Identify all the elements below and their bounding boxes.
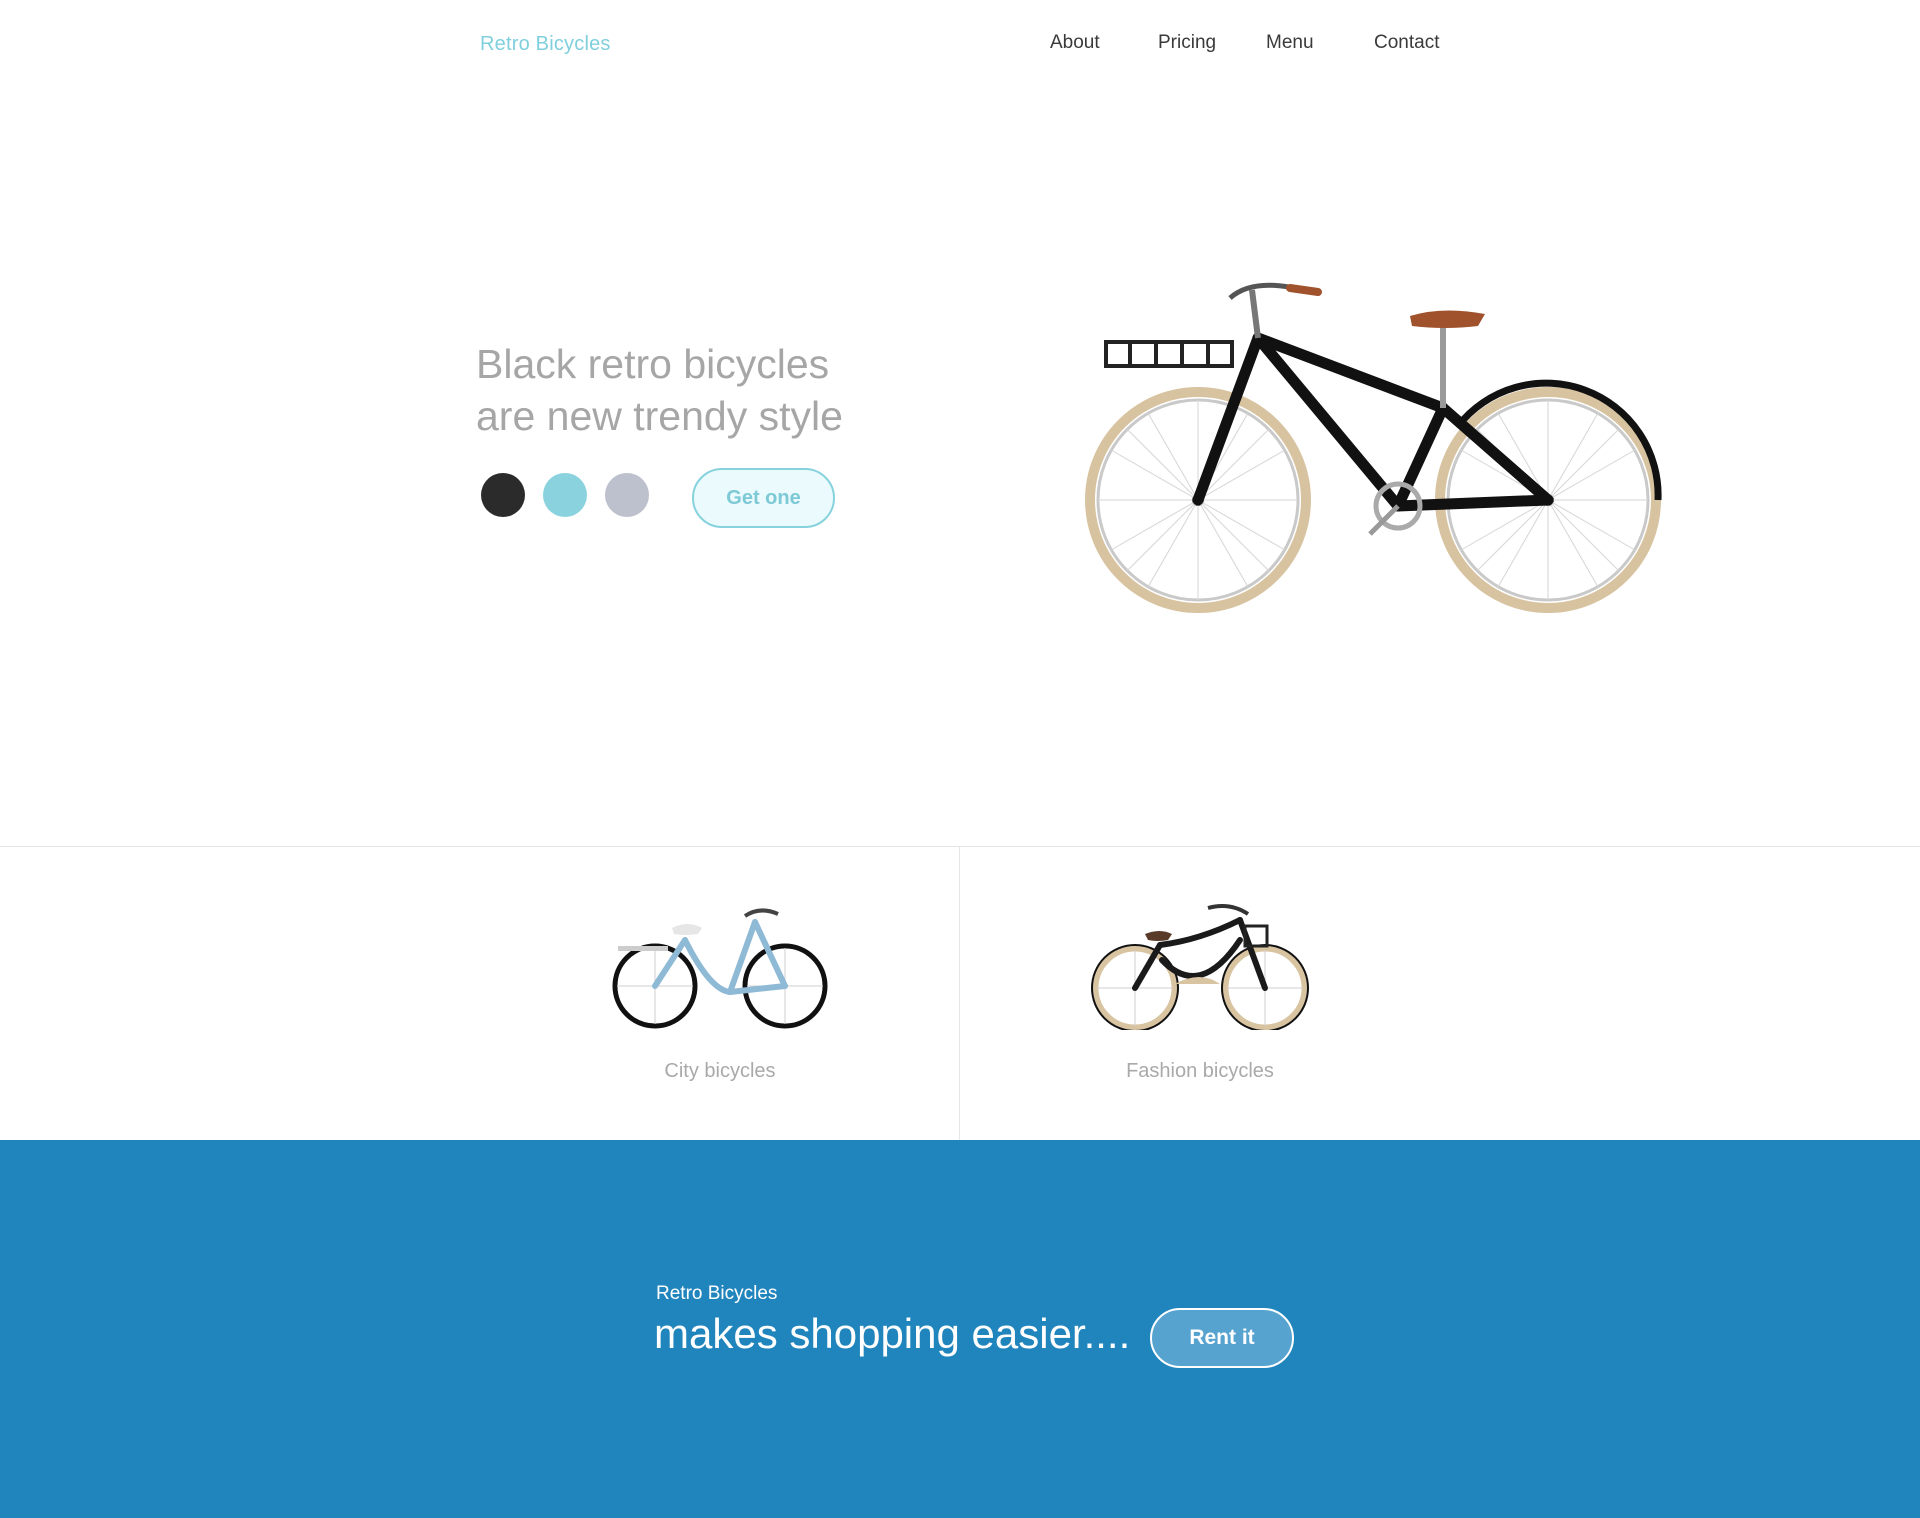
category-city-label: City bicycles — [664, 1060, 776, 1082]
nav-pricing-link[interactable]: Pricing — [1158, 32, 1216, 54]
categories-divider — [959, 846, 960, 1140]
hero-title-line-1: Black retro bicycles — [476, 341, 830, 387]
banner-brand: Retro Bicycles — [656, 1283, 778, 1304]
hero-title-line-2: are new trendy style — [476, 393, 843, 439]
categories-section — [0, 846, 1920, 1140]
leather-saddle — [1410, 310, 1485, 328]
nav-contact-link[interactable]: Contact — [1374, 32, 1439, 54]
banner-tagline: makes shopping easier.... — [654, 1310, 1131, 1357]
color-swatch-gray[interactable] — [605, 473, 649, 517]
color-swatch-black[interactable] — [481, 473, 525, 517]
bike-frame — [1192, 332, 1554, 512]
stem — [1249, 289, 1261, 339]
black-cruiser-bicycle-with-basket-image — [1091, 904, 1309, 1030]
handlebar-grip — [1286, 284, 1322, 296]
category-fashion-label: Fashion bicycles — [1126, 1060, 1274, 1082]
nav-menu-link[interactable]: Menu — [1266, 32, 1314, 54]
nav-about-link[interactable]: About — [1050, 32, 1100, 54]
light-blue-city-bicycle-image — [612, 908, 828, 1029]
get-one-button[interactable]: Get one — [692, 468, 835, 528]
category-fashion-bicycles[interactable]: Fashion bicycles — [1080, 900, 1320, 1083]
category-city-bicycles[interactable]: City bicycles — [600, 900, 840, 1083]
color-swatch-teal[interactable] — [543, 473, 587, 517]
logo[interactable]: Retro Bicycles — [480, 33, 611, 56]
black-retro-bicycle-image — [1085, 282, 1662, 613]
rent-it-button[interactable]: Rent it — [1150, 1308, 1294, 1368]
front-rack — [1104, 340, 1234, 368]
wheel-spokes — [1098, 400, 1648, 600]
hero-title: Black retro bicycles are new trendy styl… — [476, 338, 996, 442]
